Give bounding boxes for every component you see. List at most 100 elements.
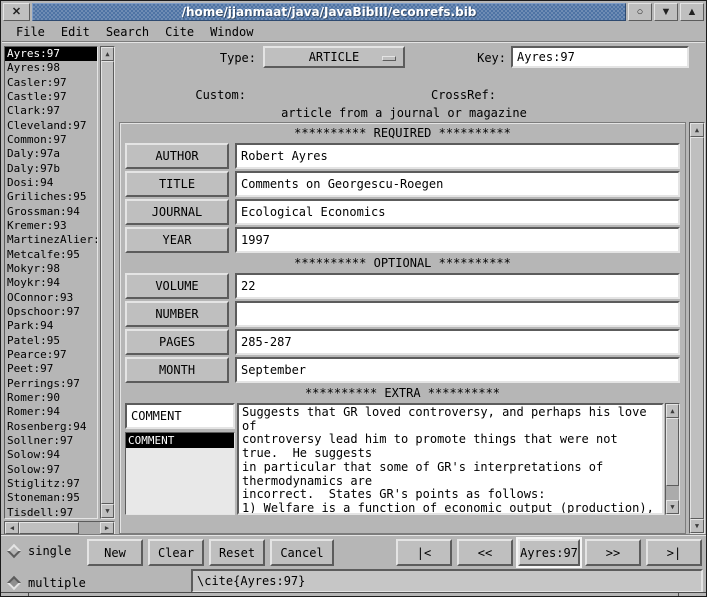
author-field-label[interactable]: AUTHOR bbox=[125, 143, 229, 169]
title-bar[interactable]: /home/jjanmaat/java/JavaBibIII/econrefs.… bbox=[32, 3, 626, 21]
pages-field[interactable] bbox=[235, 329, 680, 355]
scrollbar-thumb[interactable] bbox=[690, 137, 704, 519]
list-item[interactable]: Clark:97 bbox=[5, 104, 97, 118]
list-item[interactable]: Moykr:94 bbox=[5, 276, 97, 290]
list-item[interactable]: Ayres:98 bbox=[5, 61, 97, 75]
list-item[interactable]: Peet:97 bbox=[5, 362, 97, 376]
list-item[interactable]: Rosenberg:94 bbox=[5, 420, 97, 434]
list-item[interactable]: Metcalfe:95 bbox=[5, 248, 97, 262]
month-field-label[interactable]: MONTH bbox=[125, 357, 229, 383]
list-vertical-scrollbar: ▲ ▼ bbox=[100, 46, 115, 519]
list-item[interactable]: Casler:97 bbox=[5, 76, 97, 90]
comment-textarea[interactable]: Suggests that GR loved controversy, and … bbox=[237, 403, 664, 515]
list-item[interactable]: Romer:94 bbox=[5, 405, 97, 419]
maximize-button[interactable]: ▲ bbox=[680, 3, 704, 21]
year-field[interactable] bbox=[235, 227, 680, 253]
list-item[interactable]: Park:94 bbox=[5, 319, 97, 333]
menu-cite[interactable]: Cite bbox=[157, 24, 202, 40]
number-field-label[interactable]: NUMBER bbox=[125, 301, 229, 327]
journal-field[interactable] bbox=[235, 199, 680, 225]
list-item[interactable]: Ayres:97 bbox=[5, 47, 97, 61]
up-arrow-icon: ▲ bbox=[687, 7, 698, 18]
list-item[interactable]: Solow:97 bbox=[5, 463, 97, 477]
new-button[interactable]: New bbox=[87, 539, 143, 566]
multiple-mode-radio[interactable]: multiple bbox=[9, 576, 86, 590]
list-item[interactable]: Common:97 bbox=[5, 133, 97, 147]
field-row: VOLUME bbox=[125, 273, 680, 299]
list-item[interactable]: Stoneman:95 bbox=[5, 491, 97, 505]
scrollbar-thumb[interactable] bbox=[101, 61, 114, 504]
list-item[interactable]: Kremer:93 bbox=[5, 219, 97, 233]
scroll-up-icon[interactable]: ▲ bbox=[101, 47, 114, 61]
first-record-button[interactable]: |< bbox=[396, 539, 452, 566]
scroll-down-icon[interactable]: ▼ bbox=[101, 504, 114, 518]
list-item[interactable]: Solow:94 bbox=[5, 448, 97, 462]
list-item[interactable]: Griliches:95 bbox=[5, 190, 97, 204]
volume-field[interactable] bbox=[235, 273, 680, 299]
list-item[interactable]: Grossman:94 bbox=[5, 205, 97, 219]
list-item[interactable]: Tisdell:97 bbox=[5, 506, 97, 520]
cancel-button[interactable]: Cancel bbox=[270, 539, 334, 566]
list-item[interactable]: Daly:97a bbox=[5, 147, 97, 161]
year-field-label[interactable]: YEAR bbox=[125, 227, 229, 253]
window-title: /home/jjanmaat/java/JavaBibIII/econrefs.… bbox=[182, 5, 477, 19]
list-item[interactable]: Romer:90 bbox=[5, 391, 97, 405]
reset-button[interactable]: Reset bbox=[209, 539, 265, 566]
menu-edit[interactable]: Edit bbox=[53, 24, 98, 40]
type-label: Type: bbox=[186, 51, 256, 65]
scroll-up-icon[interactable]: ▲ bbox=[690, 123, 704, 137]
scroll-up-icon[interactable]: ▲ bbox=[666, 404, 679, 418]
list-item[interactable]: Mokyr:98 bbox=[5, 262, 97, 276]
scroll-right-icon[interactable]: ▶ bbox=[100, 522, 114, 534]
type-option-menu[interactable]: ARTICLE bbox=[263, 46, 405, 68]
previous-record-button[interactable]: << bbox=[457, 539, 513, 566]
iconify-button[interactable]: ▼ bbox=[654, 3, 678, 21]
volume-field-label[interactable]: VOLUME bbox=[125, 273, 229, 299]
menu-button[interactable]: ○ bbox=[628, 3, 652, 21]
pages-field-label[interactable]: PAGES bbox=[125, 329, 229, 355]
clear-button[interactable]: Clear bbox=[148, 539, 204, 566]
list-item[interactable]: Perrings:97 bbox=[5, 377, 97, 391]
list-item[interactable]: COMMENT bbox=[126, 433, 234, 448]
list-item[interactable]: OConnor:93 bbox=[5, 291, 97, 305]
title-field-label[interactable]: TITLE bbox=[125, 171, 229, 197]
action-buttons: New Clear Reset Cancel bbox=[87, 539, 334, 566]
scroll-left-icon[interactable]: ◀ bbox=[5, 522, 19, 534]
close-button[interactable]: ✕ bbox=[3, 3, 30, 21]
list-item[interactable]: Sollner:97 bbox=[5, 434, 97, 448]
journal-field-label[interactable]: JOURNAL bbox=[125, 199, 229, 225]
down-arrow-icon: ▼ bbox=[661, 7, 672, 18]
current-record-button[interactable]: Ayres:97 bbox=[518, 539, 580, 566]
key-field[interactable] bbox=[511, 46, 689, 68]
number-field[interactable] bbox=[235, 301, 680, 327]
scroll-down-icon[interactable]: ▼ bbox=[690, 519, 704, 533]
frame-handle-divider bbox=[28, 593, 29, 596]
scroll-down-icon[interactable]: ▼ bbox=[666, 500, 679, 514]
list-item[interactable]: Cleveland:97 bbox=[5, 119, 97, 133]
scrollbar-thumb[interactable] bbox=[19, 522, 79, 534]
list-item[interactable]: Castle:97 bbox=[5, 90, 97, 104]
title-field[interactable] bbox=[235, 171, 680, 197]
list-item[interactable]: Stiglitz:97 bbox=[5, 477, 97, 491]
scrollbar-trough[interactable] bbox=[666, 486, 679, 500]
next-record-button[interactable]: >> bbox=[585, 539, 641, 566]
scrollbar-trough[interactable] bbox=[79, 522, 100, 534]
list-item[interactable]: Pearce:97 bbox=[5, 348, 97, 362]
window-resize-frame[interactable] bbox=[1, 592, 706, 596]
menu-file[interactable]: File bbox=[8, 24, 53, 40]
menu-search[interactable]: Search bbox=[98, 24, 157, 40]
scrollbar-thumb[interactable] bbox=[666, 418, 679, 486]
single-mode-radio[interactable]: single bbox=[9, 544, 71, 558]
menu-window[interactable]: Window bbox=[202, 24, 261, 40]
circle-icon: ○ bbox=[637, 7, 644, 18]
last-record-button[interactable]: >| bbox=[646, 539, 702, 566]
list-item[interactable]: Dosi:94 bbox=[5, 176, 97, 190]
extra-field-name-input[interactable] bbox=[125, 403, 235, 429]
list-item[interactable]: Opschoor:97 bbox=[5, 305, 97, 319]
list-item[interactable]: Daly:97b bbox=[5, 162, 97, 176]
list-item[interactable]: MartinezAlier:97 bbox=[5, 233, 97, 247]
month-field[interactable] bbox=[235, 357, 680, 383]
author-field[interactable] bbox=[235, 143, 680, 169]
cite-command-field[interactable] bbox=[191, 569, 703, 593]
list-item[interactable]: Patel:95 bbox=[5, 334, 97, 348]
